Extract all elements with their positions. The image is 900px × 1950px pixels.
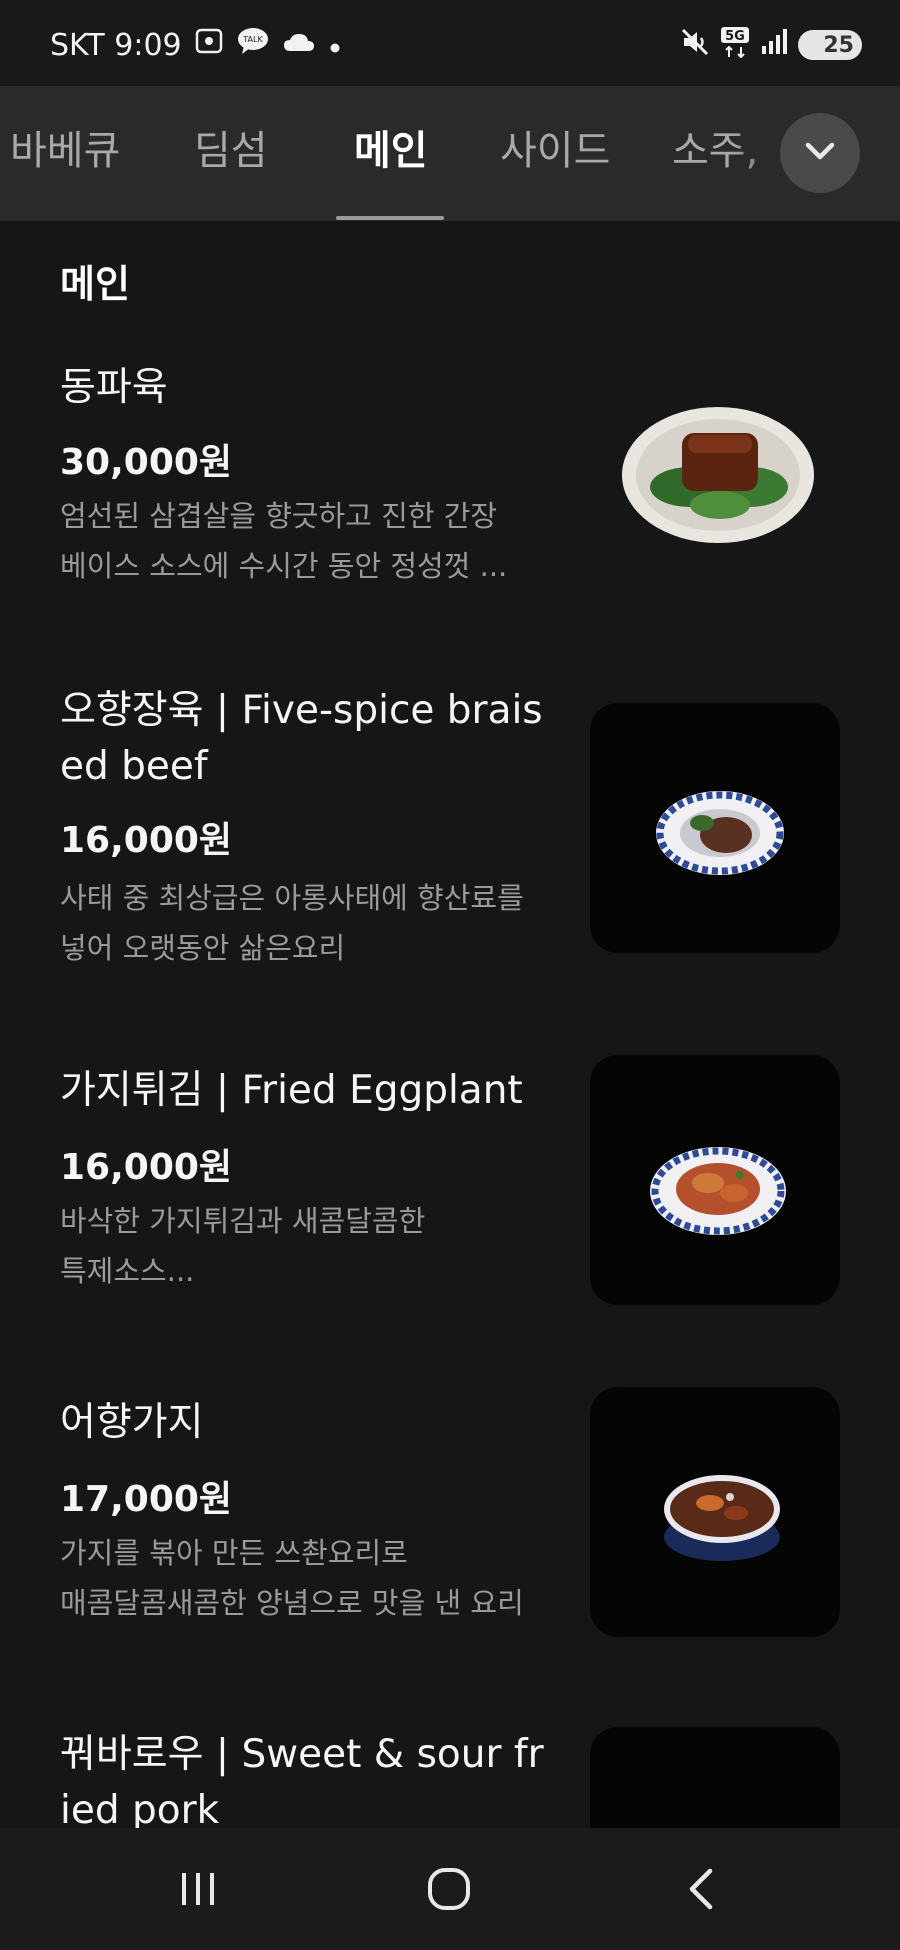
5g-icon: 5G — [720, 26, 750, 64]
item-description: 바삭한 가지튀김과 새콤달콤한 특제소스... — [60, 1196, 550, 1296]
item-name: 가지튀김 | Fried Eggplant — [60, 1068, 523, 1113]
recent-apps-button[interactable] — [163, 1856, 233, 1926]
status-bar: SKT 9:09 TALK 5G 25 — [0, 0, 900, 86]
item-description-line: 가지를 볶아 만든 쓰촨요리로 — [60, 1536, 408, 1570]
item-description-line: 특제소스... — [60, 1254, 195, 1288]
item-price: 16,000원 — [60, 1147, 233, 1188]
menu-item[interactable]: 오향장육 | Five-spice braised beef 16,000원 사… — [0, 683, 900, 1003]
battery-icon: 25 — [798, 30, 862, 60]
item-name: 어향가지 — [60, 1400, 204, 1445]
section-title: 메인 — [60, 262, 130, 306]
item-description: 사태 중 최상급은 아롱사태에 향산료를 넣어 오랫동안 삶은요리 — [60, 873, 550, 973]
item-description-line: 베이스 소스에 수시간 동안 정성껏 ... — [60, 549, 508, 583]
chevron-down-icon — [802, 139, 838, 167]
item-image — [590, 1727, 840, 1828]
mute-icon — [680, 27, 710, 63]
item-image — [590, 1055, 840, 1305]
menu-item[interactable]: 꿔바로우 | Sweet & sour fried pork — [0, 1727, 900, 1828]
cloud-icon — [282, 28, 316, 63]
item-price: 30,000원 — [60, 442, 233, 483]
recent-apps-icon — [176, 1869, 220, 1913]
menu-item[interactable]: 어향가지 17,000원 가지를 볶아 만든 쓰촨요리로 매콤달콤새콤한 양념으… — [0, 1387, 900, 1695]
talk-icon: TALK — [236, 26, 270, 64]
item-description-line: 매콤달콤새콤한 양념으로 맛을 낸 요리 — [60, 1586, 524, 1620]
tab-main[interactable]: 메인 — [354, 118, 428, 176]
signal-icon — [760, 28, 788, 62]
home-icon — [426, 1866, 472, 1916]
status-left: SKT 9:09 TALK — [50, 22, 342, 68]
svg-text:TALK: TALK — [242, 35, 263, 44]
system-navigation-bar — [0, 1828, 900, 1950]
menu-item[interactable]: 동파육 30,000원 엄선된 삼겹살을 향긋하고 진한 간장 베이스 소스에 … — [0, 355, 900, 635]
item-image — [590, 1387, 840, 1637]
menu-item[interactable]: 가지튀김 | Fried Eggplant 16,000원 바삭한 가지튀김과 … — [0, 1055, 900, 1343]
item-image — [590, 355, 840, 605]
active-tab-indicator — [336, 216, 444, 220]
item-description-line: 엄선된 삼겹살을 향긋하고 진한 간장 — [60, 499, 498, 533]
dot-icon — [328, 28, 342, 63]
carrier-time: SKT 9:09 — [50, 27, 182, 63]
item-image — [590, 703, 840, 953]
item-description-line: 사태 중 최상급은 아롱사태에 향산료를 — [60, 881, 524, 915]
item-name: 꿔바로우 | Sweet & sour fried pork — [60, 1732, 544, 1828]
item-description: 엄선된 삼겹살을 향긋하고 진한 간장 베이스 소스에 수시간 동안 정성껏 .… — [60, 491, 550, 591]
expand-categories-button[interactable] — [780, 113, 860, 193]
tab-side[interactable]: 사이드 — [500, 118, 610, 176]
item-name: 동파육 — [60, 365, 168, 410]
item-description: 가지를 볶아 만든 쓰촨요리로 매콤달콤새콤한 양념으로 맛을 낸 요리 — [60, 1528, 550, 1628]
item-description-line: 바삭한 가지튀김과 새콤달콤한 — [60, 1204, 426, 1238]
battery-level: 25 — [823, 32, 854, 58]
back-icon — [684, 1866, 720, 1916]
status-right: 5G 25 — [680, 22, 862, 68]
back-button[interactable] — [667, 1856, 737, 1926]
category-tab-bar: 바베큐 딤섬 메인 사이드 소주, — [0, 86, 900, 221]
item-price: 16,000원 — [60, 820, 233, 861]
item-price: 17,000원 — [60, 1479, 233, 1520]
item-description-line: 넣어 오랫동안 삶은요리 — [60, 931, 346, 965]
home-button[interactable] — [414, 1856, 484, 1926]
item-name: 오향장육 | Five-spice braised beef — [60, 688, 543, 789]
network-label: 5G — [725, 29, 745, 44]
screen-capture-icon — [194, 27, 224, 63]
tab-dimsum[interactable]: 딤섬 — [194, 118, 268, 176]
tab-barbecue[interactable]: 바베큐 — [10, 118, 120, 176]
